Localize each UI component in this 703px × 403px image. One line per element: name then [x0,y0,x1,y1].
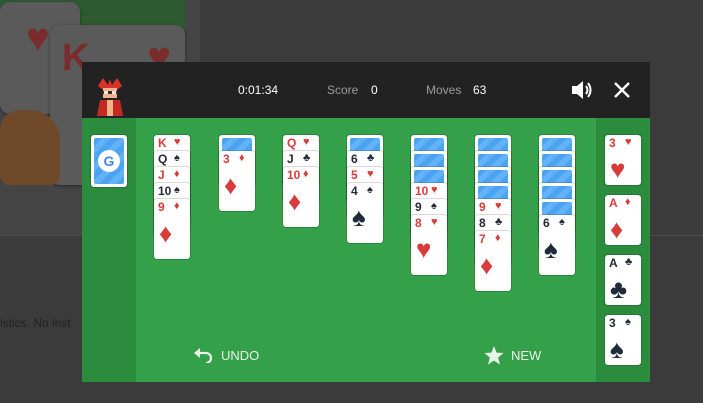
card-rank: A [609,196,618,210]
card-rank: 5 [351,168,358,182]
card-rank: 8 [479,216,486,230]
tableau-card[interactable]: 4 ♠ ♠ [347,183,383,243]
card-rank: J [158,168,165,182]
card-suit-large-icon: ♠ [610,334,624,364]
score-value: 0 [371,83,378,97]
background-character [0,110,60,185]
tableau-card[interactable]: 10 ♦ ♦ [283,167,319,227]
google-logo-icon: G [98,150,120,172]
new-label: NEW [511,347,542,363]
close-icon[interactable] [611,79,633,101]
card-rank: Q [158,152,168,166]
card-suit-large-icon: ♦ [159,218,173,248]
score-label: Score [327,83,359,97]
card-suit-large-icon: ♦ [224,170,238,200]
foundation-card[interactable]: A ♦ ♦ [605,195,641,245]
card-rank: J [287,152,294,166]
card-rank: 9 [158,200,165,214]
card-suit-icon: ♦ [495,232,501,244]
card-suit-icon: ♦ [174,168,180,180]
sound-icon[interactable] [570,79,594,101]
game-topbar: 0:01:34 Score 0 Moves 63 [82,62,650,118]
card-suit-icon: ♥ [431,184,438,196]
card-suit-icon: ♠ [559,216,565,228]
card-rank: 3 [223,152,230,166]
card-suit-icon: ♥ [625,136,632,148]
card-suit-icon: ♦ [303,168,309,180]
card-suit-icon: ♥ [431,216,438,228]
card-rank: 10 [287,168,301,182]
card-rank: K [158,136,167,150]
card-rank: 3 [609,316,616,330]
card-suit-icon: ♥ [495,200,502,212]
card-rank: 10 [158,184,172,198]
stock-pile[interactable]: G [91,135,127,187]
card-rank: 6 [543,216,550,230]
undo-icon [194,348,213,363]
undo-button[interactable]: UNDO [194,344,259,366]
card-suit-icon: ♣ [367,152,375,164]
card-suit-icon: ♠ [367,184,373,196]
card-suit-icon: ♣ [495,216,503,228]
card-suit-large-icon: ♠ [544,234,558,264]
card-suit-icon: ♠ [625,316,631,328]
card-rank: 7 [479,232,486,246]
card-rank: 8 [415,216,422,230]
card-suit-icon: ♠ [174,152,180,164]
card-rank: 3 [609,136,616,150]
card-rank: 6 [351,152,358,166]
game-board: G UNDO NEW K♥♥Q♠♠J♦♦10♠♠9♦♦3♦♦Q♥♥J♣♣10♦♦… [82,118,650,382]
card-rank: 10 [415,184,429,198]
solitaire-window: 0:01:34 Score 0 Moves 63 G UNDO NEW K ♥ … [82,62,650,382]
tableau-card[interactable]: 3 ♦ ♦ [219,151,255,211]
card-suit-large-icon: ♥ [610,154,626,184]
moves-label: Moves [426,83,462,97]
card-suit-large-icon: ♦ [480,250,494,280]
tableau-card[interactable]: 9 ♦ ♦ [154,199,190,259]
card-suit-icon: ♣ [625,256,633,268]
card-suit-large-icon: ♠ [352,202,366,232]
card-rank: 4 [351,184,358,198]
card-suit-icon: ♥ [367,168,374,180]
card-suit-icon: ♠ [174,184,180,196]
foundation-card[interactable]: 3 ♠ ♠ [605,315,641,365]
moves-value: 63 [473,83,487,97]
card-suit-large-icon: ♦ [288,186,302,216]
foundation-card[interactable]: 3 ♥ ♥ [605,135,641,185]
card-suit-icon: ♣ [303,152,311,164]
star-icon [484,345,504,364]
card-suit-icon: ♥ [174,136,181,148]
card-suit-large-icon: ♥ [416,234,432,264]
game-timer: 0:01:34 [238,83,279,97]
card-suit-icon: ♠ [431,200,437,212]
card-rank: Q [287,136,297,150]
background-status-text: istics. No inst [0,316,71,330]
card-suit-icon: ♥ [303,136,310,148]
card-suit-large-icon: ♦ [610,214,624,244]
tableau-card[interactable]: 7 ♦ ♦ [475,231,511,291]
player-avatar-icon [97,78,123,116]
tableau-card[interactable]: 6 ♠ ♠ [539,215,575,275]
new-game-button[interactable]: NEW [484,344,541,366]
tableau-card[interactable]: 8 ♥ ♥ [411,215,447,275]
card-suit-large-icon: ♣ [610,274,628,304]
card-rank: 9 [479,200,486,214]
undo-label: UNDO [221,347,260,363]
card-suit-icon: ♦ [625,196,631,208]
card-suit-icon: ♦ [174,200,180,212]
stock-area: G [82,118,136,382]
card-rank: A [609,256,618,270]
foundation-card[interactable]: A ♣ ♣ [605,255,641,305]
card-suit-icon: ♦ [239,152,245,164]
card-rank: 9 [415,200,422,214]
